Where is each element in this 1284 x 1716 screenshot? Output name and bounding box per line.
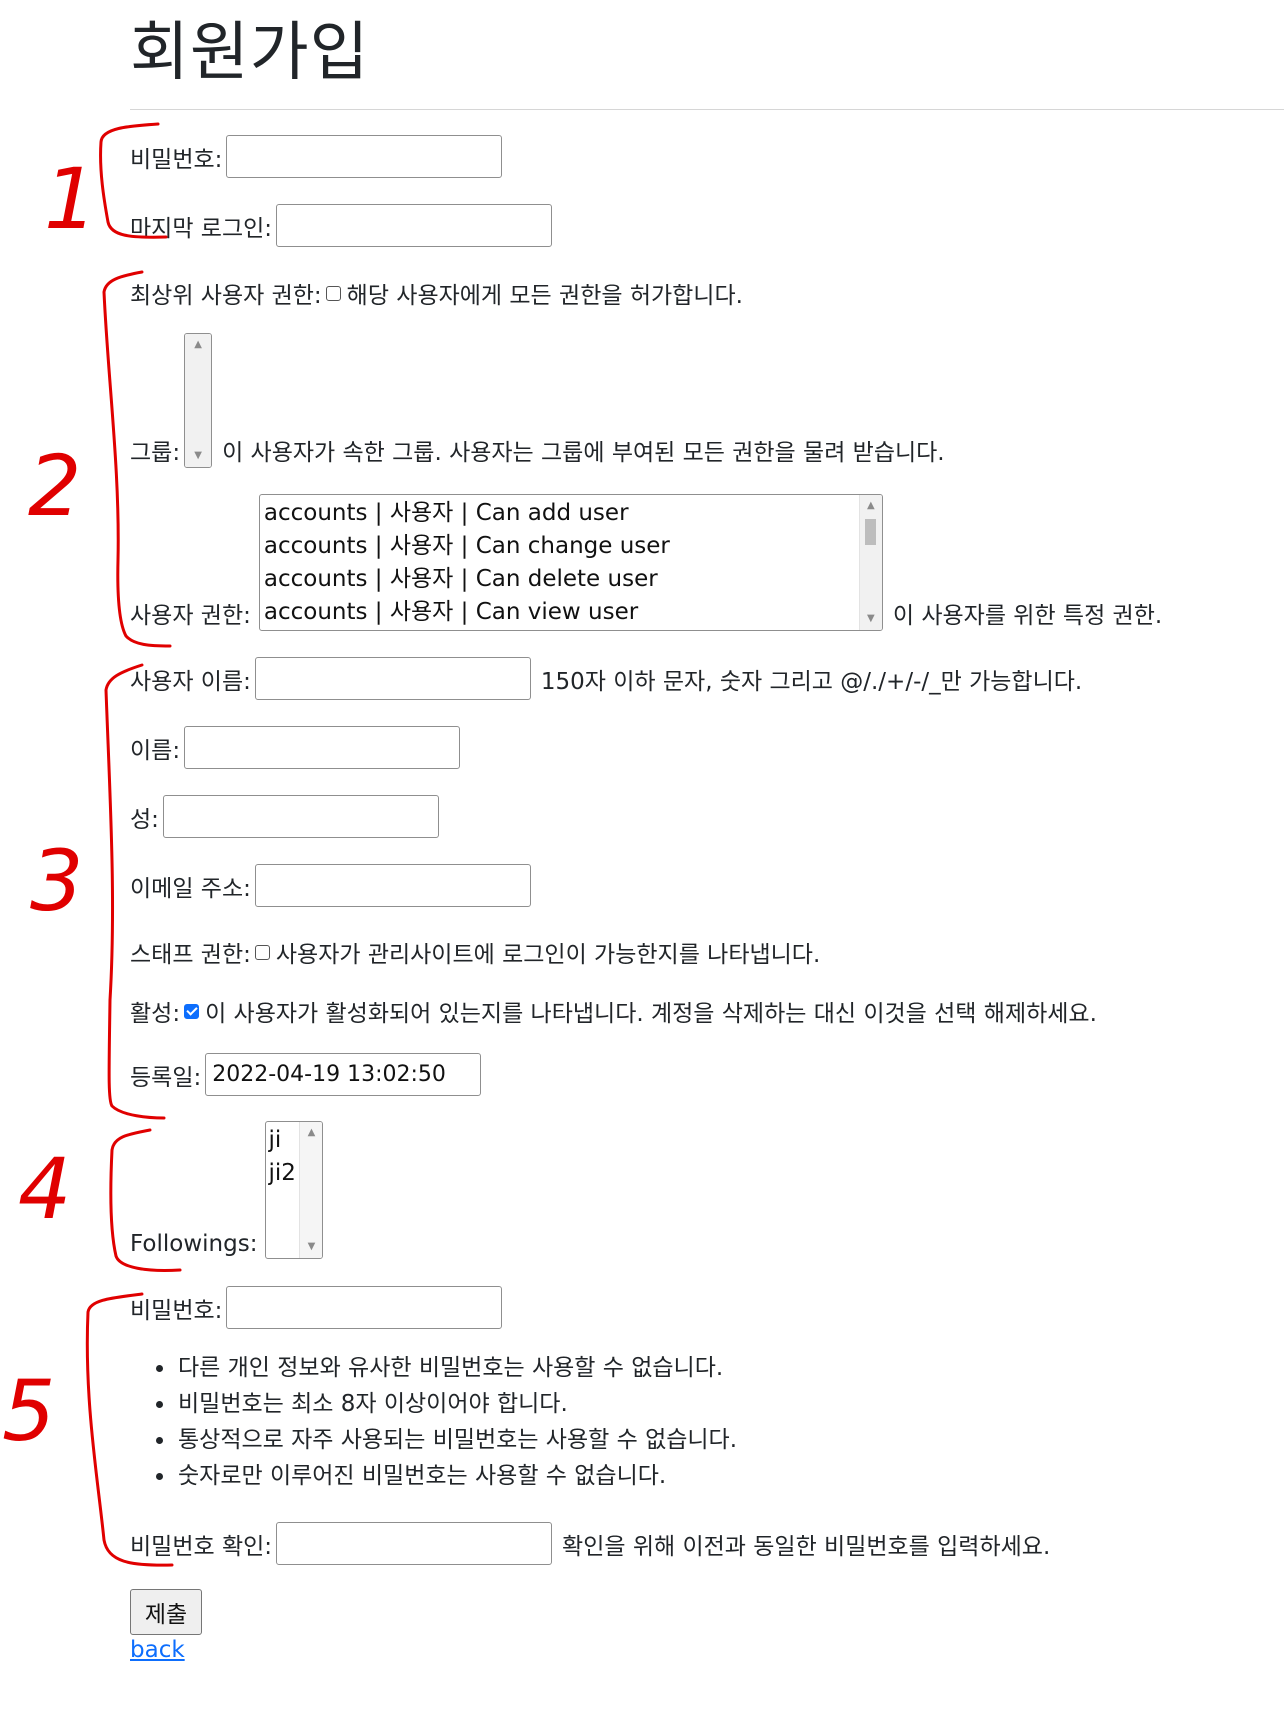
permission-option[interactable]: accounts | 사용자 | Can delete user	[260, 563, 882, 596]
groups-row: 그룹: ▲ ▼ 이 사용자가 속한 그룹. 사용자는 그룹에 부여된 모든 권한…	[130, 333, 945, 468]
followings-row: Followings: ji ji2 ▲ ▼	[130, 1121, 324, 1259]
username-input[interactable]	[254, 657, 531, 700]
followings-select[interactable]: ji ji2 ▲ ▼	[265, 1121, 324, 1259]
email-label: 이메일 주소:	[130, 875, 251, 902]
submit-button[interactable]: 제출	[130, 1589, 202, 1635]
password-rule: 통상적으로 자주 사용되는 비밀번호는 사용할 수 없습니다.	[176, 1422, 737, 1458]
password-rule: 다른 개인 정보와 유사한 비밀번호는 사용할 수 없습니다.	[176, 1350, 737, 1386]
permission-option[interactable]: accounts | 사용자 | Can view user	[260, 596, 882, 629]
password-rule: 숫자로만 이루어진 비밀번호는 사용할 수 없습니다.	[176, 1458, 737, 1494]
password-input[interactable]	[226, 135, 503, 178]
superuser-row: 최상위 사용자 권한: 해당 사용자에게 모든 권한을 허가합니다.	[130, 276, 743, 310]
superuser-checkbox[interactable]	[325, 285, 341, 301]
groups-scrollbar[interactable]: ▲ ▼	[185, 334, 212, 467]
username-row: 사용자 이름: 150자 이하 문자, 숫자 그리고 @/./+/-/_만 가능…	[130, 657, 1082, 700]
date-joined-label: 등록일:	[130, 1064, 202, 1091]
last-name-row: 성:	[130, 795, 439, 838]
superuser-label: 최상위 사용자 권한:	[130, 283, 322, 309]
password1-row: 비밀번호:	[130, 1286, 503, 1329]
username-label: 사용자 이름:	[130, 668, 251, 695]
title-divider	[130, 109, 1284, 110]
active-help: 이 사용자가 활성화되어 있는지를 나타냅니다. 계정을 삭제하는 대신 이것을…	[205, 1001, 1097, 1027]
password-rule: 비밀번호는 최소 8자 이상이어야 합니다.	[176, 1386, 737, 1422]
scroll-down-icon[interactable]: ▼	[860, 612, 882, 626]
username-help: 150자 이하 문자, 숫자 그리고 @/./+/-/_만 가능합니다.	[540, 668, 1083, 695]
permissions-row: 사용자 권한: accounts | 사용자 | Can add user ac…	[130, 494, 1162, 631]
last-name-label: 성:	[130, 806, 159, 833]
last-login-input[interactable]	[276, 204, 553, 247]
last-login-label: 마지막 로그인:	[130, 215, 273, 242]
active-checkbox[interactable]	[184, 1003, 200, 1019]
active-label: 활성:	[130, 1001, 181, 1027]
permissions-label: 사용자 권한:	[130, 603, 251, 629]
password-rules-list: 다른 개인 정보와 유사한 비밀번호는 사용할 수 없습니다. 비밀번호는 최소…	[130, 1350, 737, 1494]
page-title: 회원가입	[130, 16, 370, 90]
password-row: 비밀번호:	[130, 135, 503, 178]
email-row: 이메일 주소:	[130, 864, 531, 907]
password2-input[interactable]	[276, 1522, 553, 1565]
active-row: 활성: 이 사용자가 활성화되어 있는지를 나타냅니다. 계정을 삭제하는 대신…	[130, 994, 1097, 1028]
annotation-number-3: 3	[30, 832, 83, 930]
annotation-number-4: 4	[18, 1140, 71, 1238]
email-input[interactable]	[254, 864, 531, 907]
password2-help: 확인을 위해 이전과 동일한 비밀번호를 입력하세요.	[562, 1533, 1051, 1560]
password1-label: 비밀번호:	[130, 1297, 223, 1324]
scroll-up-icon[interactable]: ▲	[185, 338, 211, 352]
groups-label: 그룹:	[130, 440, 181, 466]
first-name-input[interactable]	[184, 726, 461, 769]
last-name-input[interactable]	[162, 795, 439, 838]
password-label: 비밀번호:	[130, 146, 223, 173]
staff-label: 스태프 권한:	[130, 942, 251, 968]
annotation-number-1: 1	[44, 150, 97, 248]
permission-option[interactable]: accounts | 사용자 | Can add user	[260, 497, 882, 530]
permissions-help: 이 사용자를 위한 특정 권한.	[892, 603, 1163, 629]
staff-checkbox[interactable]	[254, 944, 270, 960]
followings-label: Followings:	[130, 1231, 258, 1257]
back-link[interactable]: back	[130, 1637, 185, 1663]
date-joined-input[interactable]	[205, 1053, 482, 1096]
permissions-options: accounts | 사용자 | Can add user accounts |…	[260, 495, 882, 629]
annotation-number-2: 2	[28, 437, 81, 535]
staff-help: 사용자가 관리사이트에 로그인이 가능한지를 나타냅니다.	[275, 942, 821, 968]
superuser-help: 해당 사용자에게 모든 권한을 허가합니다.	[346, 283, 743, 309]
first-name-row: 이름:	[130, 726, 461, 769]
permission-option[interactable]: accounts | 사용자 | Can change user	[260, 530, 882, 563]
groups-help: 이 사용자가 속한 그룹. 사용자는 그룹에 부여된 모든 권한을 물려 받습니…	[222, 440, 945, 466]
scroll-thumb[interactable]	[864, 519, 876, 545]
permissions-scrollbar[interactable]: ▲ ▼	[858, 495, 882, 630]
followings-scrollbar[interactable]: ▲ ▼	[299, 1122, 323, 1258]
staff-row: 스태프 권한: 사용자가 관리사이트에 로그인이 가능한지를 나타냅니다.	[130, 935, 820, 969]
password2-label: 비밀번호 확인:	[130, 1533, 273, 1560]
scroll-down-icon[interactable]: ▼	[185, 449, 211, 463]
scroll-up-icon[interactable]: ▲	[300, 1126, 322, 1140]
scroll-up-icon[interactable]: ▲	[860, 499, 882, 513]
date-joined-row: 등록일:	[130, 1053, 482, 1096]
password2-row: 비밀번호 확인: 확인을 위해 이전과 동일한 비밀번호를 입력하세요.	[130, 1522, 1050, 1565]
scroll-down-icon[interactable]: ▼	[300, 1240, 322, 1254]
permissions-select[interactable]: accounts | 사용자 | Can add user accounts |…	[258, 494, 883, 631]
groups-select[interactable]: ▲ ▼	[184, 333, 213, 468]
password1-input[interactable]	[226, 1286, 503, 1329]
annotation-number-5: 5	[2, 1362, 55, 1460]
first-name-label: 이름:	[130, 737, 181, 764]
last-login-row: 마지막 로그인:	[130, 204, 553, 247]
